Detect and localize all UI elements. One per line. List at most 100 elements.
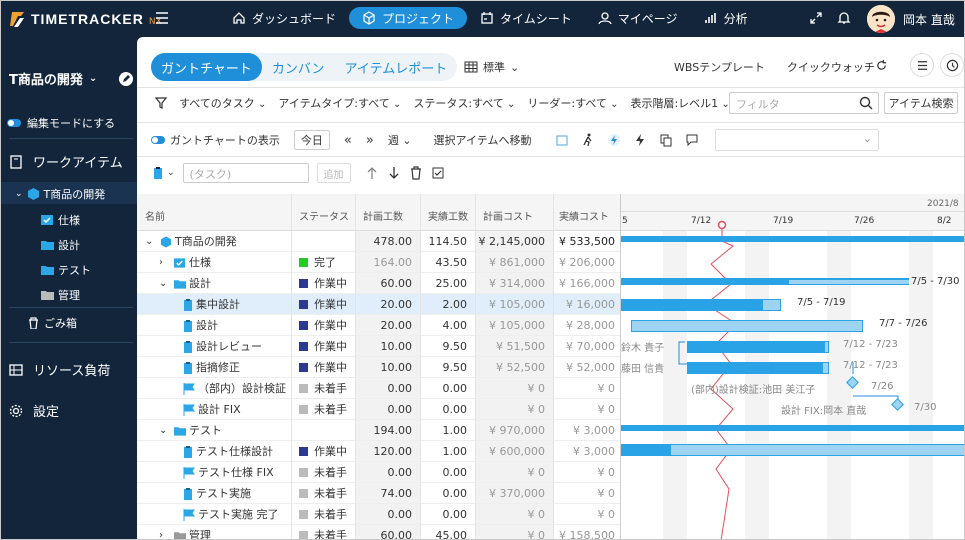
gantt-bar[interactable] bbox=[621, 444, 964, 456]
sidebar-item-work-items[interactable]: ワークアイテム bbox=[9, 152, 123, 171]
tree-item-design[interactable]: 設計 bbox=[41, 237, 80, 253]
col-actual-cost[interactable]: 実績コスト bbox=[559, 208, 609, 223]
calendar-icon[interactable] bbox=[555, 133, 569, 147]
table-row[interactable]: ⌄ T商品の開発 478.00 114.50 ¥ 2,145,000 ¥ 533,500 bbox=[137, 231, 621, 252]
plan-cost: ¥ 370,000 bbox=[489, 487, 545, 500]
view-select[interactable]: 標準 ⌄ bbox=[464, 59, 519, 75]
filter-input[interactable]: フィルタ bbox=[729, 92, 879, 114]
bell-icon[interactable] bbox=[837, 11, 851, 25]
filter-all-tasks[interactable]: すべてのタスク bbox=[179, 95, 266, 111]
hamburger-icon[interactable] bbox=[154, 10, 170, 26]
checkbox-icon[interactable] bbox=[431, 166, 445, 180]
double-chevron-right-icon[interactable]: » bbox=[366, 133, 374, 148]
menu-button[interactable] bbox=[910, 53, 934, 77]
arrow-up-icon[interactable] bbox=[365, 166, 379, 180]
gantt-label: 藤田 信貴 bbox=[621, 364, 665, 375]
sidebar-item-resource[interactable]: リソース負荷 bbox=[9, 360, 110, 379]
tab-gantt[interactable]: ガントチャート bbox=[151, 53, 262, 81]
unit-select[interactable]: 週 ⌄ bbox=[388, 132, 412, 148]
chevron-down-icon[interactable]: ⌄ bbox=[159, 420, 171, 441]
search-icon[interactable] bbox=[859, 96, 873, 110]
col-status[interactable]: ステータス bbox=[299, 208, 349, 223]
table-row[interactable]: 設計 FIX 未着手 0.00 0.00 ¥ 0 ¥ 0 bbox=[137, 399, 621, 420]
move-to-selected-button[interactable]: 選択アイテムへ移動 bbox=[434, 132, 532, 148]
tree-item-trash[interactable]: ごみ箱 bbox=[27, 315, 77, 331]
history-button[interactable] bbox=[940, 53, 964, 77]
task-icon bbox=[184, 361, 192, 374]
trash-icon[interactable] bbox=[409, 166, 423, 180]
nav-project[interactable]: プロジェクト bbox=[349, 7, 468, 29]
add-button[interactable]: 追加 bbox=[316, 163, 351, 183]
refresh-icon[interactable] bbox=[875, 59, 888, 72]
arrow-down-icon[interactable] bbox=[387, 166, 401, 180]
table-row[interactable]: 設計レビュー 作業中 10.00 9.50 ¥ 51,500 ¥ 70,000 bbox=[137, 336, 621, 357]
table-row[interactable]: ⌄ 設計 作業中 60.00 25.00 ¥ 314,000 ¥ 166,000 bbox=[137, 273, 621, 294]
table-row[interactable]: テスト仕様設計 作業中 120.00 1.00 ¥ 600,000 ¥ 3,000 bbox=[137, 441, 621, 462]
copy-icon[interactable] bbox=[659, 133, 673, 147]
logo[interactable]: TIMETRACKER NX bbox=[9, 9, 162, 29]
task-input[interactable]: (タスク) bbox=[182, 163, 309, 183]
table-row[interactable]: テスト実施 未着手 74.00 0.00 ¥ 370,000 ¥ 0 bbox=[137, 483, 621, 504]
col-plan-cost[interactable]: 計画コスト bbox=[483, 208, 533, 223]
table-row[interactable]: テスト仕様 FIX 未着手 0.00 0.00 ¥ 0 ¥ 0 bbox=[137, 462, 621, 483]
auto-schedule-icon[interactable] bbox=[607, 133, 621, 147]
col-actual-hours[interactable]: 実績工数 bbox=[428, 208, 468, 223]
show-gantt-toggle[interactable]: ガントチャートの表示 bbox=[151, 132, 280, 148]
wbs-template-button[interactable]: WBSテンプレート bbox=[674, 59, 765, 75]
table-row[interactable]: › 管理 未着手 60.00 45.00 ¥ 0 ¥ 158,500 bbox=[137, 525, 621, 540]
table-row[interactable]: 設計 作業中 20.00 4.00 ¥ 105,000 ¥ 28,000 bbox=[137, 315, 621, 336]
filter-item-type[interactable]: アイテムタイプ:すべて bbox=[278, 95, 401, 111]
task-type-icon[interactable] bbox=[151, 166, 165, 180]
table-row[interactable]: テスト実施 完了 未着手 0.00 0.00 ¥ 0 ¥ 0 bbox=[137, 504, 621, 525]
plan-hours: 60.00 bbox=[380, 529, 413, 540]
gantt-label: 7/5 - 7/19 bbox=[797, 297, 846, 308]
table-row[interactable]: ⌄ テスト 194.00 1.00 ¥ 970,000 ¥ 3,000 bbox=[137, 420, 621, 441]
double-chevron-left-icon[interactable]: « bbox=[344, 133, 352, 148]
gantt-bar[interactable] bbox=[631, 320, 863, 332]
table-row[interactable]: 集中設計 作業中 20.00 2.00 ¥ 105,000 ¥ 16,000 bbox=[137, 294, 621, 315]
gantt-extra-select[interactable] bbox=[715, 129, 879, 151]
nav-analysis[interactable]: 分析 bbox=[691, 7, 761, 29]
walk-icon[interactable] bbox=[581, 133, 595, 147]
gantt-bar[interactable] bbox=[621, 236, 964, 242]
edit-pencil-icon[interactable] bbox=[119, 71, 133, 86]
chevron-down-icon[interactable]: ⌄ bbox=[145, 231, 157, 252]
nav-mypage[interactable]: マイページ bbox=[585, 7, 691, 29]
edit-mode-toggle[interactable]: 編集モードにする bbox=[7, 115, 115, 131]
col-plan-hours[interactable]: 計画工数 bbox=[363, 208, 403, 223]
filter-leader[interactable]: リーダー:すべて bbox=[527, 95, 618, 111]
gantt-bar[interactable] bbox=[621, 425, 964, 431]
today-button[interactable]: 今日 bbox=[293, 130, 330, 150]
checked-folder-icon bbox=[41, 215, 53, 225]
chevron-down-icon[interactable]: ⌄ bbox=[159, 273, 171, 294]
fullscreen-icon[interactable] bbox=[809, 11, 823, 25]
toggle-switch[interactable] bbox=[151, 136, 165, 144]
sidebar-item-settings[interactable]: 設定 bbox=[9, 401, 59, 420]
tree-item-test[interactable]: テスト bbox=[41, 262, 91, 278]
comment-icon[interactable] bbox=[685, 133, 699, 147]
gantt-label: 7/12 - 7/23 bbox=[843, 339, 898, 350]
chevron-right-icon[interactable]: › bbox=[159, 525, 171, 539]
table-row[interactable]: （部内）設計検証 未着手 0.00 0.00 ¥ 0 ¥ 0 bbox=[137, 378, 621, 399]
tree-item-project[interactable]: ⌄ T商品の開発 bbox=[15, 186, 105, 202]
chevron-right-icon[interactable]: › bbox=[159, 252, 171, 273]
quick-watch-button[interactable]: クイックウォッチ bbox=[787, 59, 875, 75]
col-name[interactable]: 名前 bbox=[145, 208, 165, 223]
project-selector[interactable]: T商品の開発 ⌄ bbox=[9, 69, 133, 88]
chevron-down-icon[interactable]: ⌄ bbox=[167, 168, 175, 178]
tree-item-manage[interactable]: 管理 bbox=[41, 287, 80, 303]
user-menu[interactable]: 岡本 直哉 bbox=[867, 5, 955, 33]
table-row[interactable]: 指摘修正 作業中 10.00 9.50 ¥ 52,500 ¥ 52,000 bbox=[137, 357, 621, 378]
bolt-icon[interactable] bbox=[633, 133, 647, 147]
tab-item-report[interactable]: アイテムレポート bbox=[335, 53, 458, 81]
nav-timesheet[interactable]: タイムシート bbox=[467, 7, 585, 29]
tree-item-spec[interactable]: 仕様 bbox=[41, 212, 80, 228]
toggle-switch[interactable] bbox=[7, 119, 21, 127]
filter-level[interactable]: 表示階層:レベル1 bbox=[630, 95, 729, 111]
plan-cost: ¥ 314,000 bbox=[489, 277, 545, 290]
tab-kanban[interactable]: カンバン bbox=[262, 53, 335, 81]
nav-dashboard[interactable]: ダッシュボード bbox=[219, 7, 349, 29]
table-row[interactable]: › 仕様 完了 164.00 43.50 ¥ 861,000 ¥ 206,000 bbox=[137, 252, 621, 273]
item-search-button[interactable]: アイテム検索 bbox=[884, 92, 958, 114]
filter-status[interactable]: ステータス:すべて bbox=[413, 95, 515, 111]
